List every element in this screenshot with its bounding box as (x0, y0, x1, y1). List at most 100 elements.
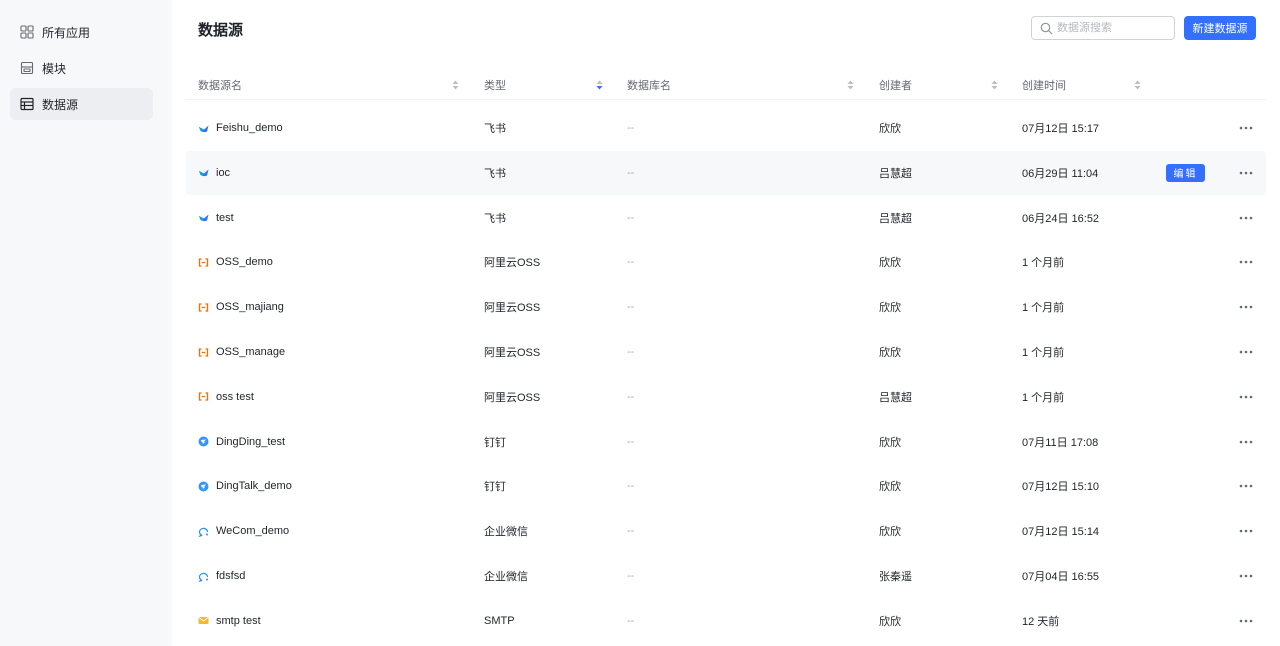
cell-database: -- (627, 346, 635, 358)
table-row[interactable]: ioc 飞书 -- 吕慧超 06月29日 11:04 编辑 (186, 150, 1266, 195)
feishu-icon (198, 212, 209, 223)
cell-type: 企业微信 (484, 571, 528, 583)
cell-type: 飞书 (484, 212, 506, 225)
more-icon (1239, 574, 1253, 578)
sort-icon[interactable] (991, 80, 998, 90)
cell-database: -- (627, 390, 635, 403)
datasource-name[interactable]: WeCom_demo (216, 525, 289, 537)
datasource-name[interactable]: OSS_demo (216, 256, 273, 268)
cell-type: 钉钉 (484, 436, 506, 449)
cell-creator: 欣欣 (879, 123, 901, 135)
cell-database: -- (627, 570, 635, 582)
cell-creator: 欣欣 (879, 436, 901, 449)
cell-created-time: 1 个月前 (1022, 302, 1065, 315)
more-actions-button[interactable] (1238, 389, 1254, 405)
datasource-name[interactable]: OSS_majiang (216, 301, 284, 313)
more-icon (1239, 126, 1253, 130)
sort-icon[interactable] (452, 80, 459, 90)
cell-type: 企业微信 (484, 526, 528, 539)
table-row[interactable]: DingTalk_demo 钉钉 -- 欣欣 07月12日 15:10 (186, 464, 1266, 508)
more-actions-button[interactable] (1238, 523, 1254, 539)
main-content: 数据源 新建数据源 数据源名 类型 数据库名 创建者 创建时间 Feishu_d… (172, 0, 1280, 646)
more-actions-button[interactable] (1238, 344, 1254, 360)
more-actions-button[interactable] (1238, 210, 1254, 226)
more-icon (1239, 440, 1253, 443)
table-row[interactable]: Feishu_demo 飞书 -- 欣欣 07月12日 15:17 (186, 106, 1266, 150)
grid-icon (20, 25, 34, 39)
column-header-name[interactable]: 数据源名 (198, 70, 242, 100)
cell-creator: 吕慧超 (879, 391, 912, 404)
more-actions-button[interactable] (1238, 568, 1254, 584)
table-row[interactable]: fdsfsd 企业微信 -- 张秦遥 07月04日 16:55 (186, 554, 1266, 598)
more-actions-button[interactable] (1238, 434, 1254, 450)
cell-name: test (198, 196, 234, 240)
datasource-name[interactable]: test (216, 212, 234, 224)
search-box[interactable] (1031, 16, 1175, 40)
more-icon (1239, 305, 1253, 309)
datasource-name[interactable]: ioc (216, 167, 230, 179)
cell-name: OSS_majiang (198, 285, 284, 329)
more-actions-button[interactable] (1238, 165, 1254, 181)
more-actions-button[interactable] (1238, 478, 1254, 494)
cell-created-time: 07月12日 15:10 (1022, 481, 1100, 494)
sidebar-item-all-apps[interactable]: 所有应用 (10, 16, 153, 48)
mail-icon (198, 615, 209, 626)
new-datasource-button[interactable]: 新建数据源 (1184, 16, 1256, 40)
cell-database: -- (627, 525, 635, 538)
feishu-icon (198, 123, 209, 134)
cell-creator: 吕慧超 (879, 212, 912, 225)
cell-type: 阿里云OSS (484, 391, 541, 404)
table-row[interactable]: smtp test SMTP -- 欣欣 12 天前 (186, 599, 1266, 643)
cell-creator: 欣欣 (879, 347, 901, 359)
table-row[interactable]: OSS_manage 阿里云OSS -- 欣欣 1 个月前 (186, 330, 1266, 374)
more-icon (1239, 529, 1253, 533)
module-icon (20, 61, 34, 75)
more-actions-button[interactable] (1238, 254, 1254, 270)
datasource-name[interactable]: smtp test (216, 615, 261, 627)
cell-creator: 欣欣 (879, 257, 901, 270)
cell-type: 阿里云OSS (484, 302, 541, 315)
datasource-name[interactable]: fdsfsd (216, 570, 245, 582)
table-row[interactable]: OSS_majiang 阿里云OSS -- 欣欣 1 个月前 (186, 285, 1266, 329)
more-actions-button[interactable] (1238, 299, 1254, 315)
cell-name: WeCom_demo (198, 509, 289, 553)
more-actions-button[interactable] (1238, 613, 1254, 629)
cell-type: 阿里云OSS (484, 257, 541, 270)
sidebar-item-modules[interactable]: 模块 (10, 52, 153, 84)
datasource-name[interactable]: Feishu_demo (216, 122, 283, 134)
cell-name: OSS_demo (198, 240, 273, 284)
sort-icon[interactable] (847, 80, 854, 90)
table-row[interactable]: oss test 阿里云OSS -- 吕慧超 1 个月前 (186, 375, 1266, 419)
column-header-creator[interactable]: 创建者 (879, 70, 912, 100)
datasource-name[interactable]: DingDing_test (216, 436, 285, 448)
table-row[interactable]: WeCom_demo 企业微信 -- 欣欣 07月12日 15:14 (186, 509, 1266, 553)
more-icon (1239, 485, 1253, 488)
search-icon (1040, 22, 1053, 34)
sort-icon[interactable] (596, 80, 603, 90)
cell-creator: 吕慧超 (879, 167, 912, 180)
more-icon (1239, 619, 1253, 623)
search-input[interactable] (1057, 22, 1165, 34)
cell-database: -- (627, 480, 635, 493)
cell-name: oss test (198, 375, 254, 419)
cell-creator: 张秦遥 (879, 571, 912, 583)
table-row[interactable]: OSS_demo 阿里云OSS -- 欣欣 1 个月前 (186, 240, 1266, 284)
column-header-created-time[interactable]: 创建时间 (1022, 70, 1066, 100)
sidebar-item-label: 数据源 (42, 97, 79, 112)
more-icon (1239, 216, 1253, 219)
edit-button[interactable]: 编辑 (1166, 163, 1205, 182)
datasource-name[interactable]: oss test (216, 391, 254, 403)
table-row[interactable]: test 飞书 -- 吕慧超 06月24日 16:52 (186, 196, 1266, 240)
table-row[interactable]: DingDing_test 钉钉 -- 欣欣 07月11日 17:08 (186, 420, 1266, 464)
more-actions-button[interactable] (1238, 120, 1254, 136)
cell-database: -- (627, 614, 635, 627)
sidebar-item-datasource[interactable]: 数据源 (10, 88, 153, 120)
aliyun-icon (198, 302, 209, 313)
cell-type: SMTP (484, 614, 515, 627)
sort-icon[interactable] (1134, 80, 1141, 90)
datasource-name[interactable]: DingTalk_demo (216, 480, 292, 492)
column-header-type[interactable]: 类型 (484, 70, 506, 100)
datasource-name[interactable]: OSS_manage (216, 346, 285, 358)
column-header-database[interactable]: 数据库名 (627, 70, 671, 100)
sidebar-item-label: 所有应用 (42, 25, 91, 40)
